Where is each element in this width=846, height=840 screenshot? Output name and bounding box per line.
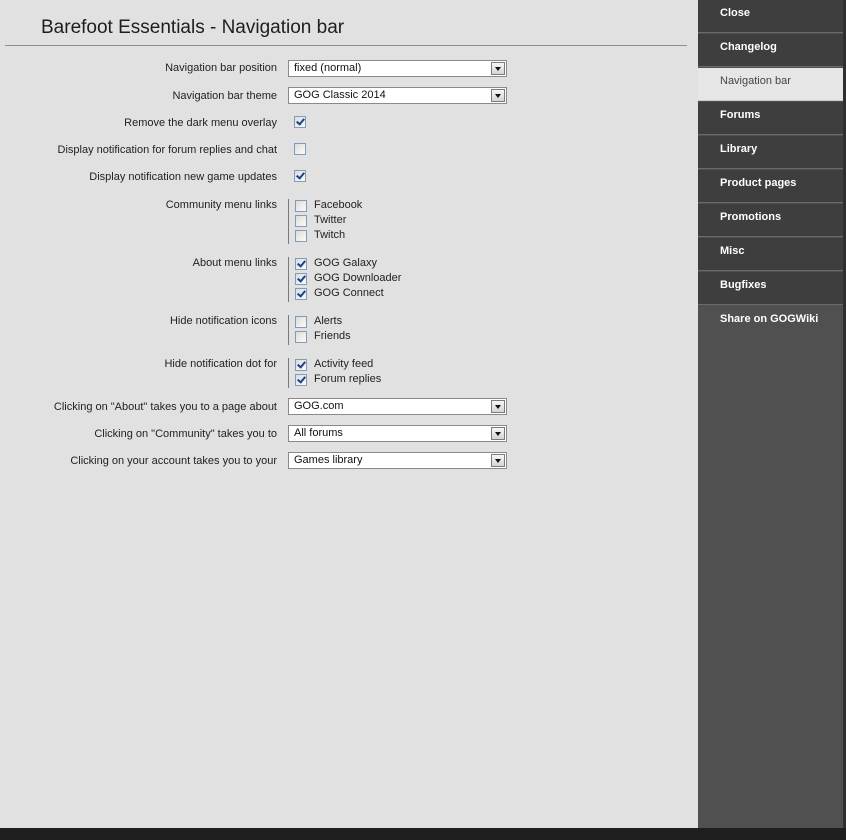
sidebar-nav: Close Changelog Navigation bar Forums Li… (698, 0, 846, 840)
title-divider (5, 45, 687, 46)
chevron-down-icon[interactable] (491, 454, 505, 467)
friends-label: Friends (314, 330, 351, 342)
chevron-down-icon[interactable] (491, 62, 505, 75)
sidebar-item-misc[interactable]: Misc (698, 238, 843, 271)
notify-forum-label: Display notification for forum replies a… (57, 144, 278, 156)
about-links-group: GOG Galaxy GOG Downloader GOG Connect (288, 257, 401, 302)
settings-panel: Barefoot Essentials - Navigation bar Nav… (0, 0, 698, 840)
account-target-select[interactable]: Games library (288, 452, 507, 469)
nav-theme-value: GOG Classic 2014 (294, 89, 386, 101)
activity-feed-checkbox[interactable] (295, 359, 307, 371)
nav-theme-label: Navigation bar theme (172, 90, 277, 102)
twitch-label: Twitch (314, 229, 346, 241)
hide-icons-label: Hide notification icons (169, 315, 277, 327)
sidebar-item-promotions[interactable]: Promotions (698, 204, 843, 237)
hide-icons-group: Alerts Friends (288, 315, 351, 345)
alerts-label: Alerts (314, 315, 343, 327)
nav-theme-select[interactable]: GOG Classic 2014 (288, 87, 507, 104)
downloader-label: GOG Downloader (314, 272, 402, 284)
sidebar-item-share-gogwiki[interactable]: Share on GOGWiki (698, 306, 843, 339)
connect-checkbox[interactable] (295, 288, 307, 300)
sidebar-item-forums[interactable]: Forums (698, 102, 843, 135)
downloader-checkbox[interactable] (295, 273, 307, 285)
twitter-checkbox[interactable] (295, 215, 307, 227)
about-target-select[interactable]: GOG.com (288, 398, 507, 415)
remove-overlay-label: Remove the dark menu overlay (124, 117, 277, 129)
forum-replies-checkbox[interactable] (295, 374, 307, 386)
chevron-down-icon[interactable] (491, 427, 505, 440)
about-target-label: Clicking on "About" takes you to a page … (53, 401, 277, 413)
alerts-checkbox[interactable] (295, 316, 307, 328)
about-target-value: GOG.com (294, 400, 344, 412)
galaxy-label: GOG Galaxy (314, 257, 377, 269)
sidebar-item-product-pages[interactable]: Product pages (698, 170, 843, 203)
notify-updates-checkbox[interactable] (294, 170, 306, 182)
account-target-label: Clicking on your account takes you to yo… (70, 455, 277, 467)
hide-dot-label: Hide notification dot for (164, 358, 277, 370)
forum-replies-label: Forum replies (314, 373, 382, 385)
community-links-group: Facebook Twitter Twitch (288, 199, 362, 244)
page-title: Barefoot Essentials - Navigation bar (41, 17, 345, 38)
page-footer-strip (0, 828, 846, 840)
activity-feed-label: Activity feed (314, 358, 374, 370)
connect-label: GOG Connect (314, 287, 384, 299)
account-target-value: Games library (294, 454, 363, 466)
community-target-label: Clicking on "Community" takes you to (94, 428, 277, 440)
facebook-label: Facebook (314, 199, 363, 211)
galaxy-checkbox[interactable] (295, 258, 307, 270)
friends-checkbox[interactable] (295, 331, 307, 343)
community-target-select[interactable]: All forums (288, 425, 507, 442)
chevron-down-icon[interactable] (491, 400, 505, 413)
sidebar-item-changelog[interactable]: Changelog (698, 34, 843, 67)
sidebar-item-close[interactable]: Close (698, 0, 843, 33)
notify-forum-checkbox[interactable] (294, 143, 306, 155)
nav-position-select[interactable]: fixed (normal) (288, 60, 507, 77)
nav-position-value: fixed (normal) (294, 62, 362, 74)
chevron-down-icon[interactable] (491, 89, 505, 102)
hide-dot-group: Activity feed Forum replies (288, 358, 381, 388)
notify-updates-label: Display notification new game updates (89, 171, 277, 183)
twitter-label: Twitter (314, 214, 347, 226)
sidebar-item-library[interactable]: Library (698, 136, 843, 169)
sidebar-item-navigation-bar[interactable]: Navigation bar (698, 68, 843, 101)
nav-position-label: Navigation bar position (165, 62, 277, 74)
twitch-checkbox[interactable] (295, 230, 307, 242)
community-target-value: All forums (294, 427, 343, 439)
sidebar-item-bugfixes[interactable]: Bugfixes (698, 272, 843, 305)
remove-overlay-checkbox[interactable] (294, 116, 306, 128)
about-links-label: About menu links (192, 257, 277, 269)
community-links-label: Community menu links (165, 199, 277, 211)
facebook-checkbox[interactable] (295, 200, 307, 212)
